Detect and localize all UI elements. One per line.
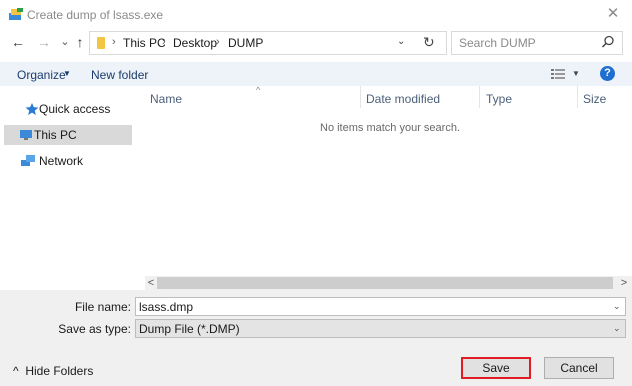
refresh-icon[interactable]: ↻ — [423, 34, 435, 51]
column-header-size[interactable]: Size — [583, 92, 606, 106]
search-input[interactable]: Search DUMP — [459, 36, 536, 50]
column-divider[interactable] — [577, 86, 578, 108]
star-icon — [25, 103, 39, 115]
scroll-right-icon[interactable]: > — [618, 276, 630, 290]
sidebar-item-network[interactable]: Network — [4, 151, 132, 171]
sidebar-item-quick-access[interactable]: Quick access — [4, 99, 132, 119]
sidebar-item-label: Quick access — [39, 102, 111, 116]
column-divider[interactable] — [479, 86, 480, 108]
cancel-button[interactable]: Cancel — [544, 357, 614, 379]
view-options-icon[interactable] — [551, 68, 565, 80]
file-name-dropdown-icon[interactable]: ⌄ — [613, 301, 621, 312]
column-header-name[interactable]: Name — [150, 92, 182, 106]
folder-icon — [97, 37, 105, 49]
save-as-type-value[interactable]: Dump File (*.DMP) — [139, 322, 240, 336]
scroll-left-icon[interactable]: < — [145, 276, 157, 290]
close-icon[interactable]: ✕ — [605, 6, 621, 22]
breadcrumb-this-pc[interactable]: This PC — [123, 36, 166, 50]
search-icon[interactable] — [601, 35, 615, 49]
view-options-caret-icon[interactable]: ▼ — [572, 69, 580, 78]
address-dropdown-icon[interactable]: ⌄ — [397, 36, 405, 47]
forward-icon[interactable]: → — [37, 35, 51, 49]
breadcrumb-separator: › — [112, 36, 116, 48]
recent-locations-icon[interactable]: ⌄ — [58, 35, 72, 49]
up-icon[interactable]: ↑ — [73, 35, 87, 49]
save-button[interactable]: Save — [461, 357, 531, 379]
help-icon[interactable]: ? — [600, 66, 615, 81]
save-as-type-dropdown-icon[interactable]: ⌄ — [613, 323, 621, 334]
sidebar-item-label: Network — [39, 154, 84, 168]
file-name-field[interactable] — [135, 297, 626, 316]
organize-caret-icon: ▼ — [63, 69, 71, 78]
new-folder-button[interactable]: New folder — [91, 68, 148, 82]
chevron-up-icon: ^ — [13, 364, 19, 378]
breadcrumb-desktop[interactable]: Desktop — [173, 36, 217, 50]
organize-button[interactable]: Organize — [17, 68, 66, 82]
breadcrumb-separator: › — [216, 36, 220, 48]
column-header-date-modified[interactable]: Date modified — [366, 92, 440, 106]
window-title: Create dump of lsass.exe — [27, 8, 164, 22]
sidebar-item-label: This PC — [34, 128, 77, 142]
sort-indicator-icon: ^ — [256, 85, 261, 95]
file-name-value[interactable]: lsass.dmp — [139, 300, 193, 314]
sidebar-item-this-pc[interactable]: This PC — [4, 125, 132, 145]
empty-list-message: No items match your search. — [320, 122, 460, 134]
app-icon — [9, 8, 23, 20]
computer-icon — [20, 130, 32, 140]
breadcrumb-separator: › — [162, 36, 166, 48]
hide-folders-label: Hide Folders — [25, 364, 94, 378]
breadcrumb-dump[interactable]: DUMP — [228, 36, 263, 50]
column-divider[interactable] — [360, 86, 361, 108]
scrollbar-thumb[interactable] — [157, 277, 613, 289]
file-name-label: File name: — [74, 300, 131, 314]
back-icon[interactable]: ← — [11, 35, 25, 49]
hide-folders-toggle[interactable]: ^ Hide Folders — [13, 364, 93, 378]
column-header-type[interactable]: Type — [486, 92, 512, 106]
network-icon — [21, 155, 35, 166]
save-as-type-label: Save as type: — [58, 322, 131, 336]
